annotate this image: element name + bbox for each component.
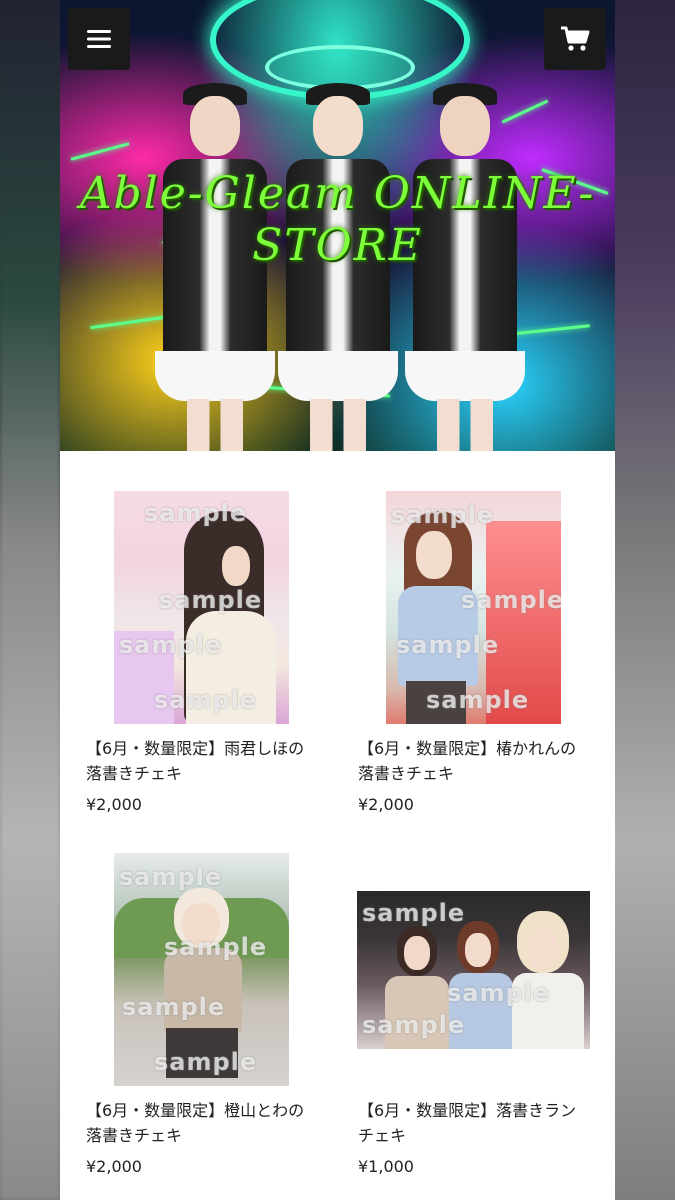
product-title[interactable]: 【6月・数量限定】雨君しほの 落書きチェキ (86, 736, 326, 786)
sample-watermark: sample (144, 499, 248, 527)
product-price: ¥2,000 (86, 795, 142, 814)
sample-watermark: sample (119, 631, 223, 659)
product-title-line2[interactable]: 落書きチェキ (86, 1123, 326, 1148)
sample-watermark: sample (396, 631, 500, 659)
product-image[interactable]: sample sample sample sample (386, 491, 561, 724)
product-title-line1[interactable]: 【6月・数量限定】落書きラン (358, 1098, 598, 1123)
product-title[interactable]: 【6月・数量限定】椿かれんの 落書きチェキ (358, 736, 598, 786)
product-price: ¥2,000 (86, 1157, 142, 1176)
hero-banner: Able-Gleam ONLINE- STORE (60, 0, 615, 451)
sample-watermark: sample (159, 586, 263, 614)
store-title-line1: Able-Gleam ONLINE- (79, 168, 596, 219)
sample-watermark: sample (362, 1011, 466, 1039)
product-title-line2[interactable]: 落書きチェキ (358, 761, 598, 786)
product-image[interactable]: sample sample sample (357, 891, 590, 1049)
product-price: ¥2,000 (358, 795, 414, 814)
sample-watermark: sample (447, 979, 551, 1007)
sample-watermark: sample (122, 993, 226, 1021)
shopping-cart-icon (561, 26, 590, 51)
product-title[interactable]: 【6月・数量限定】落書きラン チェキ (358, 1098, 598, 1148)
store-title-line2: STORE (252, 220, 423, 271)
product-card[interactable]: sample sample sample sample 【6月・数量限定】雨君し… (60, 451, 304, 831)
product-title-line2[interactable]: チェキ (358, 1123, 598, 1148)
sample-watermark: sample (154, 1048, 258, 1076)
product-title-line1[interactable]: 【6月・数量限定】橙山とわの (86, 1098, 326, 1123)
sample-watermark: sample (362, 899, 466, 927)
sample-watermark: sample (426, 686, 530, 714)
product-title-line1[interactable]: 【6月・数量限定】雨君しほの (86, 736, 326, 761)
product-image[interactable]: sample sample sample sample (114, 853, 289, 1086)
backdrop-left-edge (0, 0, 60, 1200)
sample-watermark: sample (461, 586, 561, 614)
store-title: Able-Gleam ONLINE- STORE (60, 168, 615, 272)
product-image[interactable]: sample sample sample sample (114, 491, 289, 724)
menu-button[interactable] (68, 8, 130, 70)
product-card[interactable]: sample sample sample 【6月・数量限定】落書きラン チェキ … (332, 813, 590, 1193)
sample-watermark: sample (119, 863, 223, 891)
sample-watermark: sample (391, 501, 495, 529)
product-title[interactable]: 【6月・数量限定】橙山とわの 落書きチェキ (86, 1098, 326, 1148)
product-title-line1[interactable]: 【6月・数量限定】椿かれんの (358, 736, 598, 761)
cart-button[interactable] (544, 8, 606, 70)
sample-watermark: sample (164, 933, 268, 961)
product-card[interactable]: sample sample sample sample 【6月・数量限定】椿かれ… (332, 451, 576, 831)
backdrop-right-edge (615, 0, 675, 1200)
light-streak (70, 142, 130, 161)
product-card[interactable]: sample sample sample sample 【6月・数量限定】橙山と… (60, 813, 304, 1193)
hamburger-menu-icon (87, 30, 111, 48)
store-page: Able-Gleam ONLINE- STORE sample sample s… (60, 0, 615, 1200)
sample-watermark: sample (154, 686, 258, 714)
product-price: ¥1,000 (358, 1157, 414, 1176)
product-title-line2[interactable]: 落書きチェキ (86, 761, 326, 786)
